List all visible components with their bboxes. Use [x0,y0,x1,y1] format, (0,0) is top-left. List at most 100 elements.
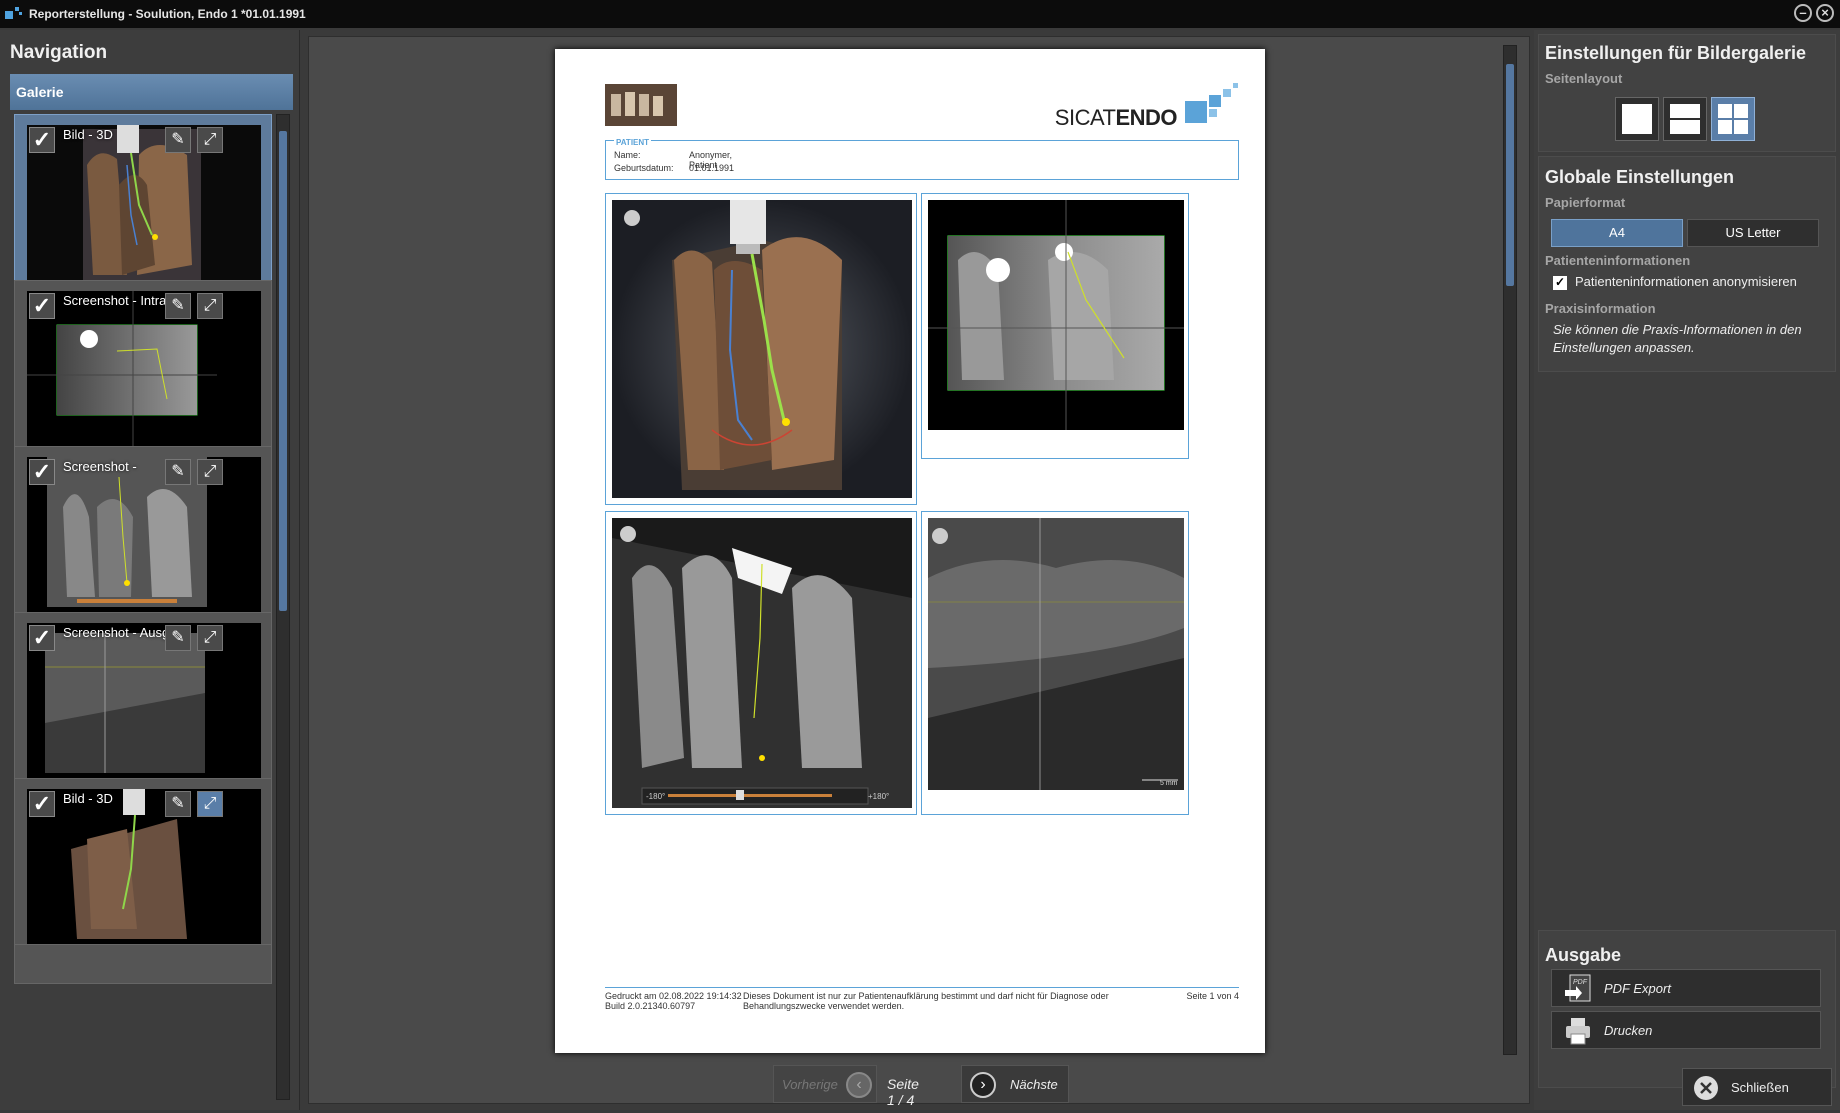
patient-header: PATIENT [614,138,652,147]
next-label: Nächste [1010,1077,1058,1092]
anonymize-checkbox[interactable]: ✓ [1553,276,1567,290]
edit-icon[interactable]: ✎ [165,625,191,651]
layout-two-rows-button[interactable] [1663,97,1707,141]
layout-grid-button[interactable] [1711,97,1755,141]
settings-panel: Einstellungen für Bildergalerie Seitenla… [1534,30,1840,1110]
footer-printed: Gedruckt am 02.08.2022 19:14:32 [605,991,742,1001]
report-image-cell [605,193,917,505]
dob-value: 01.01.1991 [689,163,735,173]
svg-text:PDF: PDF [1573,979,1588,986]
scrollbar-thumb[interactable] [1506,64,1514,286]
report-image-cell: -180° +180° [605,511,917,815]
report-image-3d [612,200,912,498]
include-checkbox[interactable]: ✓ [29,459,55,485]
close-button[interactable]: Schließen [1682,1068,1832,1106]
thumbnail-image [27,457,261,623]
edit-icon[interactable]: ✎ [165,791,191,817]
close-circle-icon [1694,1076,1718,1100]
name-label: Name: [614,150,641,160]
gallery-settings-title: Einstellungen für Bildergalerie [1545,43,1807,63]
expand-icon[interactable]: ⤢ [197,625,223,651]
report-page: SICATENDO PATIENT Name: Anonymer, Patien… [555,49,1265,1053]
previous-page-button[interactable]: Vorherige ‹ [773,1065,877,1103]
slider-min-label: -180° [646,792,666,801]
include-checkbox[interactable]: ✓ [29,127,55,153]
print-button[interactable]: Drucken [1551,1011,1821,1049]
patient-name-row: Name: Anonymer, Patient [614,150,732,170]
output-title: Ausgabe [1545,945,1622,965]
include-checkbox[interactable]: ✓ [29,293,55,319]
gallery-item[interactable]: ✓ Bild - 3D ✎ ⤢ [14,114,272,300]
next-page-button[interactable]: › Nächste [961,1065,1069,1103]
minimize-icon[interactable]: – [1794,4,1812,22]
include-checkbox[interactable]: ✓ [29,791,55,817]
gallery-list: ✓ Bild - 3D ✎ ⤢ ✓ Screenshot - Intra… ✎ … [14,114,272,1100]
preview-scrollbar[interactable] [1503,45,1517,1055]
close-label: Schließen [1731,1080,1789,1095]
patient-thumbnail [605,84,677,126]
gallery-item[interactable]: ✓ Screenshot - ✎ ⤢ [14,446,272,632]
include-checkbox[interactable]: ✓ [29,625,55,651]
layout-single-icon [1622,104,1652,134]
gallery-item-label: Screenshot - [63,459,137,474]
gallery-settings-section: Einstellungen für Bildergalerie Seitenla… [1538,34,1836,152]
footer-print-info: Gedruckt am 02.08.2022 19:14:32 Build 2.… [605,991,742,1011]
brand-bold: ENDO [1115,105,1177,130]
printer-icon [1566,1018,1590,1045]
gallery-header[interactable]: Galerie [10,74,293,110]
pdf-icon: PDF [1565,974,1591,1002]
expand-icon[interactable]: ⤢ [197,791,223,817]
global-settings-title: Globale Einstellungen [1545,167,1735,187]
thumbnail-image [27,125,261,291]
edit-icon[interactable]: ✎ [165,459,191,485]
report-footer: Gedruckt am 02.08.2022 19:14:32 Build 2.… [605,987,1239,1011]
gallery-item[interactable]: ✓ Screenshot - Ausg… ✎ ⤢ [14,612,272,798]
gallery-item[interactable]: ✓ Bild - 3D ✎ ⤢ [14,778,272,964]
footer-disclaimer: Dieses Dokument ist nur zur Patientenauf… [743,991,1109,1011]
edit-icon[interactable]: ✎ [165,127,191,153]
page-indicator: Seite 1 / 4 [887,1076,919,1108]
paper-format-label: Papierformat [1545,195,1626,210]
gallery-item[interactable] [14,944,272,984]
report-image-ct-panoramic [612,518,912,808]
thumbnail-image [27,789,261,955]
footer-build: Build 2.0.21340.60797 [605,1001,696,1011]
paper-a4-button[interactable]: A4 [1551,219,1683,247]
brand-squares-icon [1185,83,1238,123]
layout-grid-icon [1718,104,1732,118]
expand-icon[interactable]: ⤢ [197,293,223,319]
report-preview-area: SICATENDO PATIENT Name: Anonymer, Patien… [308,36,1530,1108]
footer-page-number: Seite 1 von 4 [1186,991,1239,1001]
anonymize-label[interactable]: Patienteninformationen anonymisieren [1575,274,1797,289]
navigation-title: Navigation [10,42,108,63]
report-image-cell [921,193,1189,459]
dob-label: Geburtsdatum: [614,163,674,173]
gallery-item-label: Screenshot - Intra… [63,293,180,308]
scale-label: 5 mm [1160,780,1178,787]
patient-info-label: Patienteninformationen [1545,253,1691,268]
thumbnail-image [27,623,261,789]
close-window-icon[interactable]: × [1816,4,1834,22]
gallery-item[interactable]: ✓ Screenshot - Intra… ✎ ⤢ [14,280,272,466]
practice-info-text: Sie können die Praxis-Informationen in d… [1553,322,1802,355]
scrollbar-thumb[interactable] [279,131,287,611]
layout-rows-icon [1670,104,1700,118]
window-title: Reporterstellung - Soulution, Endo 1 *01… [29,7,306,21]
report-image-xray [928,200,1184,430]
thumbnail-image [27,291,261,457]
gallery-item-label: Bild - 3D [63,127,113,142]
gallery-scrollbar[interactable] [276,114,290,1100]
pdf-export-button[interactable]: PDF PDF Export [1551,969,1821,1007]
print-label: Drucken [1604,1023,1653,1038]
slider-max-label: +180° [868,792,890,801]
output-section: Ausgabe PDF PDF Export Drucken [1538,930,1836,1088]
page-layout-label: Seitenlayout [1545,71,1623,86]
layout-single-button[interactable] [1615,97,1659,141]
expand-icon[interactable]: ⤢ [197,459,223,485]
brand-logo: SICATENDO [1055,105,1178,131]
paper-us-letter-button[interactable]: US Letter [1687,219,1819,247]
navigation-panel: Navigation Galerie ✓ Bild - 3D ✎ ⤢ ✓ Scr… [0,30,300,1110]
edit-icon[interactable]: ✎ [165,293,191,319]
title-bar: Reporterstellung - Soulution, Endo 1 *01… [0,0,1840,28]
expand-icon[interactable]: ⤢ [197,127,223,153]
